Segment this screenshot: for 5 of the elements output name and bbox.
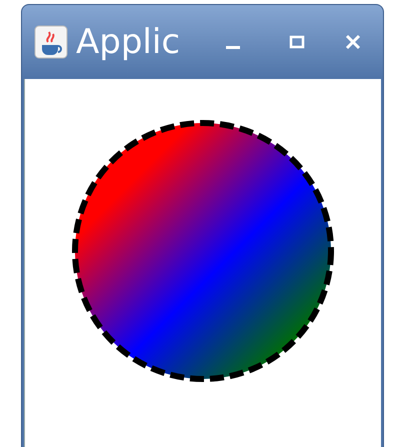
maximize-icon <box>288 33 306 51</box>
close-icon <box>344 33 362 51</box>
java-cup-icon <box>34 25 68 59</box>
minimize-icon <box>226 46 240 48</box>
window-title: Applic <box>76 25 182 59</box>
